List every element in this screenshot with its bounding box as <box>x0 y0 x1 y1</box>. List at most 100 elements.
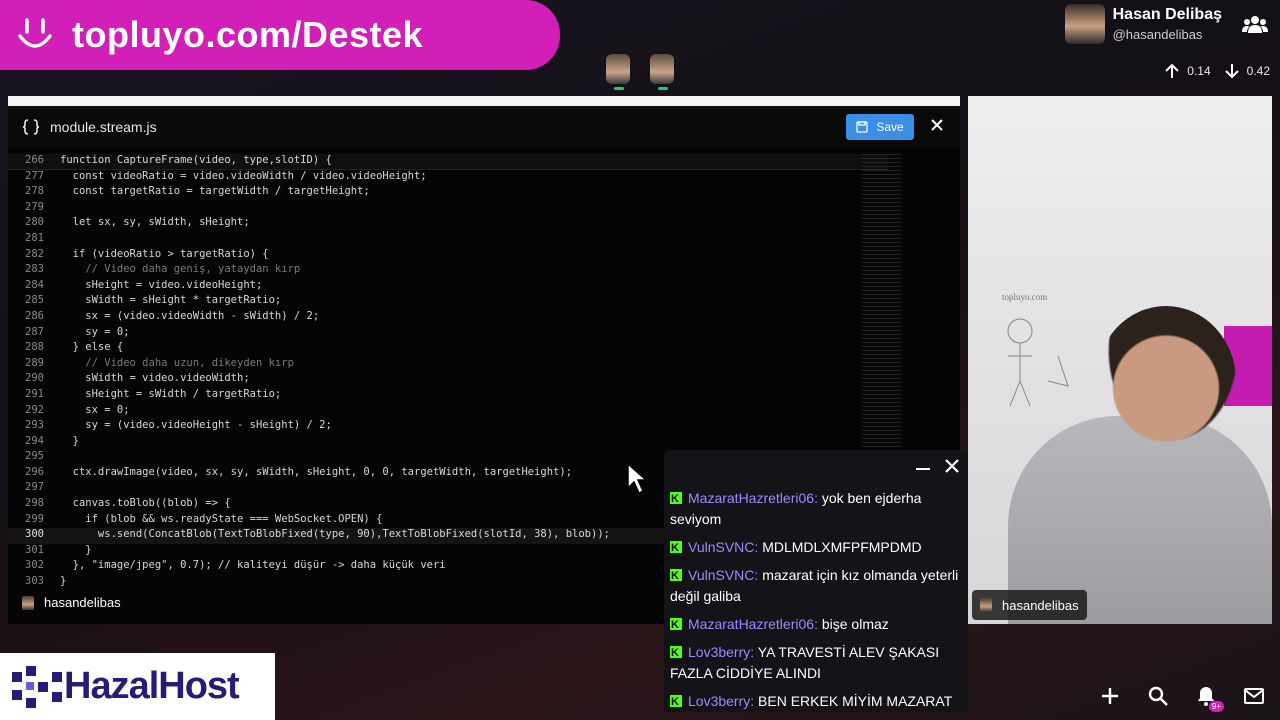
hazalhost-sponsor-logo: HazalHost <box>0 653 275 720</box>
code-line[interactable]: 266 function CaptureFrame(video, type,slo… <box>8 154 888 170</box>
code-line[interactable]: 277 const videoRatio = video.videoWidth … <box>8 170 888 186</box>
chat-text: MDLMDLXMFPFMPDMD <box>762 539 922 555</box>
code-text: canvas.toBlob((blob) => { <box>60 497 231 510</box>
kick-badge-icon <box>670 615 682 636</box>
code-text: sWidth = sHeight * targetRatio; <box>60 294 282 307</box>
code-line[interactable]: 287 sy = 0; <box>8 326 888 342</box>
code-line[interactable]: 282 if (videoRatio > targetRatio) { <box>8 248 888 264</box>
chat-separator: : <box>750 644 758 660</box>
chat-message: MazaratHazretleri06: yok ben ejderha sev… <box>670 488 962 530</box>
code-line[interactable]: 286 sx = (video.videoWidth - sWidth) / 2… <box>8 310 888 326</box>
add-button[interactable] <box>1098 684 1122 708</box>
chat-header <box>664 450 968 482</box>
kick-badge-icon <box>670 489 682 510</box>
line-number: 278 <box>25 185 44 198</box>
line-number: 292 <box>25 403 44 416</box>
line-number: 294 <box>25 434 44 447</box>
save-button[interactable]: Save <box>846 114 914 140</box>
save-icon <box>856 121 868 133</box>
line-number: 299 <box>25 512 44 525</box>
line-number: 266 <box>25 154 44 166</box>
code-text: }, "image/jpeg", 0.7); // kaliteyi düşür… <box>60 559 446 572</box>
minimize-icon[interactable] <box>916 468 930 470</box>
code-text: } else { <box>60 341 124 354</box>
line-number: 303 <box>25 575 44 588</box>
close-icon[interactable] <box>944 458 960 474</box>
webcam-feed[interactable]: topluyo.com hasandelibas <box>968 96 1272 624</box>
code-line[interactable]: 290 sWidth = video.videoWidth; <box>8 372 888 388</box>
chat-username[interactable]: MazaratHazretleri06 <box>688 616 814 632</box>
chat-messages: MazaratHazretleri06: yok ben ejderha sev… <box>664 482 968 712</box>
code-text: let sx, sy, sWidth, sHeight; <box>60 216 250 229</box>
code-text: // Video daha geniş, yataydan kırp <box>60 263 301 276</box>
code-text: if (videoRatio > targetRatio) { <box>60 247 269 260</box>
banner-url: topluyo.com/Destek <box>72 14 424 55</box>
participant-avatars <box>606 54 676 90</box>
line-number: 300 <box>25 528 44 541</box>
code-line[interactable]: 285 sWidth = sHeight * targetRatio; <box>8 294 888 310</box>
chat-separator: : <box>814 490 822 506</box>
line-number: 297 <box>25 481 44 494</box>
chat-message: Lov3berry: BEN ERKEK MİYİM MAZARAT <box>670 691 962 712</box>
editor-filename: module.stream.js <box>50 119 157 135</box>
messages-button[interactable] <box>1242 684 1266 708</box>
editor-footer-user: hasandelibas <box>44 595 121 610</box>
chat-username[interactable]: VulnSVNC <box>688 539 754 555</box>
close-icon[interactable] <box>930 118 944 132</box>
code-line[interactable]: 291 sHeight = sWidth / targetRatio; <box>8 388 888 404</box>
code-line[interactable]: 279 <box>8 201 888 217</box>
chat-username[interactable]: VulnSVNC <box>688 567 754 583</box>
line-number: 288 <box>25 341 44 354</box>
code-line[interactable]: 278 const targetRatio = targetWidth / ta… <box>8 185 888 201</box>
line-number: 287 <box>25 325 44 338</box>
notifications-button[interactable]: 9+ <box>1194 684 1224 712</box>
line-number: 279 <box>25 200 44 213</box>
kick-badge-icon <box>670 538 682 559</box>
search-button[interactable] <box>1146 684 1170 708</box>
code-line[interactable]: 283 // Video daha geniş, yataydan kırp <box>8 263 888 279</box>
code-line[interactable]: 289 // Video daha uzun, dikeyden kırp <box>8 357 888 373</box>
chat-message: MazaratHazretleri06: bişe olmaz <box>670 614 962 636</box>
bottom-toolbar: 9+ <box>1098 684 1266 712</box>
editor-footer: hasandelibas <box>22 595 121 610</box>
code-text: } <box>60 434 79 447</box>
user-profile[interactable]: Hasan Delibaş @hasandelibas <box>1064 4 1268 44</box>
code-text: ws.send(ConcatBlob(TextToBlobFixed(type,… <box>60 528 610 541</box>
mail-icon <box>1244 688 1264 704</box>
webcam-name-label: hasandelibas <box>972 590 1087 620</box>
code-text: sx = (video.videoWidth - sWidth) / 2; <box>60 309 320 322</box>
code-line[interactable]: 288 } else { <box>8 341 888 357</box>
avatar <box>980 598 992 612</box>
participant-avatar[interactable] <box>606 54 632 90</box>
line-number: 290 <box>25 372 44 385</box>
line-number: 296 <box>25 465 44 478</box>
search-icon <box>1148 686 1168 706</box>
upload-speed: 0.14 <box>1187 64 1211 78</box>
code-line[interactable]: 292 sx = 0; <box>8 404 888 420</box>
line-number: 286 <box>25 309 44 322</box>
code-line[interactable]: 281 <box>8 232 888 248</box>
arrow-up-icon <box>1165 63 1179 78</box>
chat-username[interactable]: Lov3berry <box>688 693 750 709</box>
notification-badge: 9+ <box>1208 701 1224 712</box>
line-number: 281 <box>25 231 44 244</box>
code-text: } <box>60 575 67 588</box>
line-number: 282 <box>25 247 44 260</box>
line-number: 298 <box>25 497 44 510</box>
code-line[interactable]: 293 sy = (video.videoHeight - sHeight) /… <box>8 419 888 435</box>
chat-message: VulnSVNC: mazarat için kız olmanda yeter… <box>670 565 962 607</box>
code-text: } <box>60 543 92 556</box>
code-line[interactable]: 294 } <box>8 435 888 451</box>
chat-text: bişe olmaz <box>821 616 889 632</box>
avatar[interactable] <box>1064 4 1105 44</box>
topluyo-banner: topluyo.com/Destek <box>0 0 560 70</box>
code-line[interactable]: 280 let sx, sy, sWidth, sHeight; <box>8 216 888 232</box>
users-group-icon[interactable] <box>1242 14 1268 34</box>
chat-username[interactable]: MazaratHazretleri06 <box>688 490 814 506</box>
chat-username[interactable]: Lov3berry <box>688 644 750 660</box>
participant-avatar[interactable] <box>650 54 676 90</box>
code-line[interactable]: 284 sHeight = video.videoHeight; <box>8 279 888 295</box>
